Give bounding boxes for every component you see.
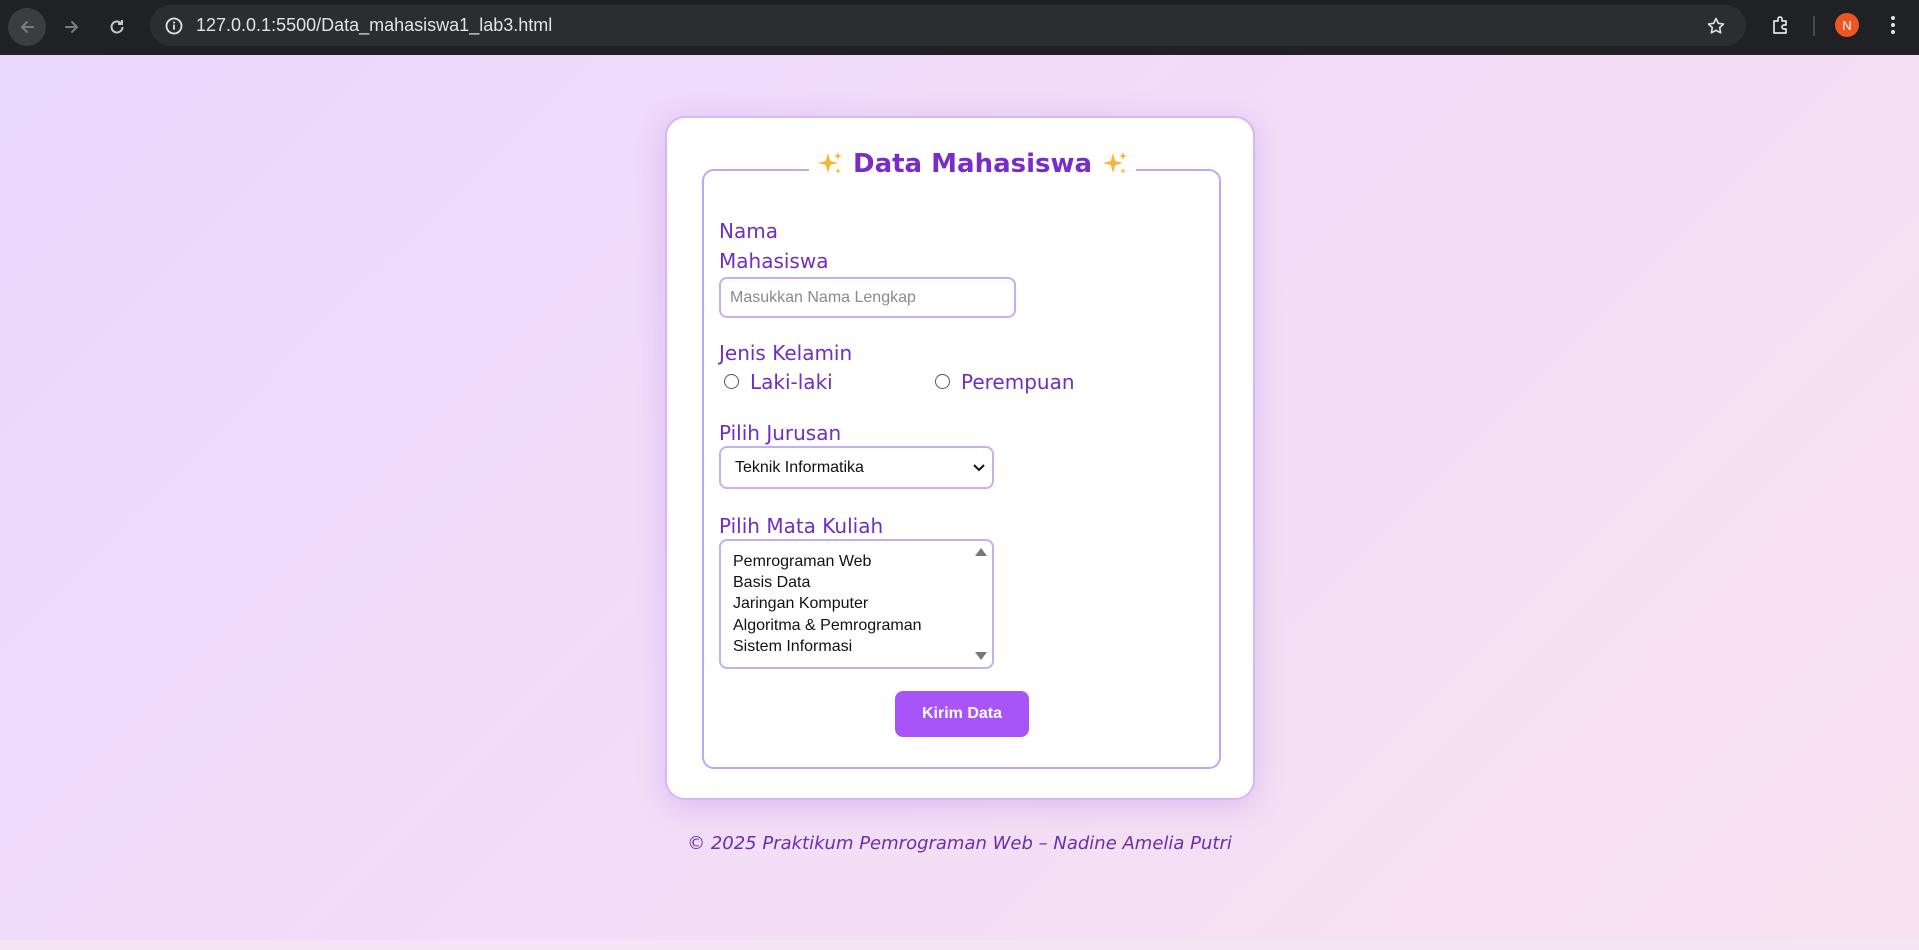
extensions-puzzle-icon[interactable] (1768, 12, 1794, 38)
forward-button[interactable] (53, 8, 91, 46)
courses-listbox[interactable]: Pemrograman Web Basis Data Jaringan Komp… (719, 539, 994, 669)
arrow-right-icon (65, 21, 79, 33)
courses-label: Pilih Mata Kuliah (719, 514, 884, 538)
page-footer: © 2025 Praktikum Pemrograman Web – Nadin… (687, 833, 1232, 854)
courses-list: Pemrograman Web Basis Data Jaringan Komp… (733, 551, 922, 657)
toolbar-divider (1813, 16, 1815, 36)
sparkles-icon (1103, 152, 1128, 174)
radio-perempuan[interactable] (935, 374, 950, 389)
form-title: Data Mahasiswa (809, 149, 1137, 179)
scroll-up-arrow-icon[interactable] (974, 546, 988, 558)
url-text[interactable]: 127.0.0.1:5500/Data_mahasiswa1_lab3.html (196, 15, 552, 36)
form-title-text: Data Mahasiswa (853, 149, 1093, 179)
page-bottom-strip (0, 940, 1919, 950)
more-menu-icon[interactable] (1882, 12, 1904, 38)
browser-toolbar: 127.0.0.1:5500/Data_mahasiswa1_lab3.html… (0, 0, 1919, 55)
major-select-value: Teknik Informatika (735, 459, 864, 476)
course-option[interactable]: Algoritma & Pemrograman (733, 615, 922, 636)
radio-label-laki-laki[interactable]: Laki-laki (750, 367, 833, 397)
course-option[interactable]: Sistem Informasi (733, 636, 922, 657)
address-bar[interactable]: 127.0.0.1:5500/Data_mahasiswa1_lab3.html (150, 5, 1746, 46)
site-info-icon[interactable] (162, 14, 185, 37)
course-option[interactable]: Basis Data (733, 572, 922, 593)
gender-label: Jenis Kelamin (719, 341, 853, 365)
arrow-left-icon (20, 21, 34, 33)
form-card: Data Mahasiswa Nama Mahasiswa Jenis Kela… (665, 116, 1255, 800)
reload-icon (110, 20, 124, 34)
radio-laki-laki[interactable] (724, 374, 739, 389)
chevron-down-icon (973, 464, 985, 472)
major-label: Pilih Jurusan (719, 421, 842, 445)
page-viewport: Data Mahasiswa Nama Mahasiswa Jenis Kela… (0, 55, 1919, 950)
bookmark-star-icon[interactable] (1704, 14, 1728, 38)
course-option[interactable]: Jaringan Komputer (733, 593, 922, 614)
profile-avatar[interactable]: N (1835, 13, 1859, 37)
name-label-line2: Mahasiswa (719, 249, 829, 273)
back-button[interactable] (8, 8, 46, 46)
major-select[interactable]: Teknik Informatika (719, 446, 994, 489)
sparkles-icon (818, 152, 842, 174)
form-fieldset: Data Mahasiswa Nama Mahasiswa Jenis Kela… (702, 149, 1221, 769)
reload-button[interactable] (98, 8, 136, 46)
radio-label-perempuan[interactable]: Perempuan (961, 367, 1075, 397)
scroll-down-arrow-icon[interactable] (974, 650, 988, 662)
name-label-line1: Nama (719, 219, 778, 243)
submit-button[interactable]: Kirim Data (895, 691, 1029, 737)
course-option[interactable]: Pemrograman Web (733, 551, 922, 572)
name-input[interactable] (719, 277, 1016, 318)
